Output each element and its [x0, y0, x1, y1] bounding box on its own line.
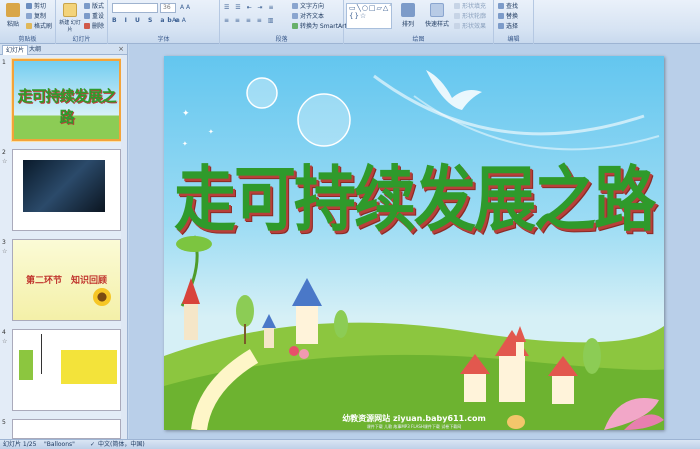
slide-counter: 幻灯片 1/25 [3, 441, 37, 448]
tab-slides[interactable]: 幻灯片 [2, 45, 29, 55]
shapes-gallery[interactable]: ▭╲○□▱△⌒↙↑↘⟨⟩{}☆ [346, 3, 392, 29]
slide-footer-subtitle[interactable]: 课件下载 儿歌 故事MP3 FLASH课件下载 试卷下载网 [164, 424, 664, 430]
sunflower-image [93, 288, 111, 306]
current-slide[interactable]: ✦ ✦ ✦ 走可持续发展之路 幼教资源网站 ziyuan.baby611.com… [164, 56, 664, 430]
slides-group: 新建 幻灯片 版式 重设 删除 幻灯片 [56, 0, 108, 44]
font-color-button[interactable]: Aa A [172, 16, 186, 25]
theme-name: "Balloons" [44, 441, 75, 448]
find-icon [498, 3, 504, 9]
text-direction-icon [292, 3, 298, 9]
fill-icon [454, 3, 460, 9]
shape-outline-button[interactable]: 形状轮廓 [454, 12, 486, 21]
dove [426, 70, 482, 110]
bubble [246, 77, 278, 109]
align-buttons[interactable]: ≡ ≡ ≡ ≡ ▥ [224, 16, 275, 25]
replace-button[interactable]: 替换 [498, 12, 518, 21]
editing-group: 查找 替换 选择 编辑 [494, 0, 534, 44]
copy-icon [26, 13, 32, 19]
drawing-group: ▭╲○□▱△⌒↙↑↘⟨⟩{}☆ 排列 快速样式 形状填充 形状轮廓 形状效果 绘… [344, 0, 494, 44]
tab-outline[interactable]: 大纲 [26, 45, 44, 55]
delete-button[interactable]: 删除 [84, 22, 104, 31]
panel-tabs: 幻灯片 大纲 × [0, 44, 127, 55]
slides-panel: 幻灯片 大纲 × 1 走可持续发展之路 2 ☆ 3 ☆ 第二环节 知识回顾 4 … [0, 44, 128, 439]
drawing-group-label: 绘图 [412, 36, 425, 43]
quick-styles-button[interactable]: 快速样式 [422, 2, 452, 32]
new-slide-icon [63, 3, 77, 17]
grow-font-button[interactable]: A A [180, 3, 190, 12]
thumbnail-1-title: 走可持续发展之路 [17, 87, 116, 126]
scissors-icon [26, 3, 32, 9]
animation-star-icon: ☆ [2, 338, 8, 345]
close-panel-icon[interactable]: × [118, 45, 124, 53]
new-slide-button[interactable]: 新建 幻灯片 [58, 2, 82, 33]
slide-canvas: ✦ ✦ ✦ 走可持续发展之路 幼教资源网站 ziyuan.baby611.com… [129, 44, 700, 439]
language-label[interactable]: 中文(简体，中国) [98, 440, 145, 449]
outline-icon [454, 13, 460, 19]
editing-group-label: 编辑 [507, 36, 520, 43]
text-direction-button[interactable]: 文字方向 [292, 2, 324, 11]
font-name-box[interactable] [112, 3, 158, 13]
thumbnail-1-image: 走可持续发展之路 [12, 59, 121, 141]
language-icon[interactable]: ✓ [90, 440, 95, 449]
shape-fill-button[interactable]: 形状填充 [454, 2, 486, 11]
diagram-brace [41, 334, 57, 374]
thumbnail-2-image [12, 149, 121, 231]
ribbon: 粘贴 剪切 复制 格式刷 剪贴板 新建 幻灯片 版式 重设 删除 幻灯片 36 … [0, 0, 700, 44]
effects-icon [454, 23, 460, 29]
video-frame [23, 160, 105, 212]
reset-icon [84, 13, 90, 19]
bubble [297, 93, 351, 147]
panel-scrollbar[interactable] [121, 55, 127, 439]
delete-icon [84, 23, 90, 29]
paragraph-group-label: 段落 [275, 36, 288, 43]
reset-button[interactable]: 重设 [84, 12, 104, 21]
align-text-icon [292, 13, 298, 19]
thumbnail-3-image: 第二环节 知识回顾 [12, 239, 121, 321]
font-group: 36 A A B I U S abe Aa A 字体 [108, 0, 220, 44]
cut-button[interactable]: 剪切 [26, 2, 46, 11]
arrange-icon [401, 3, 415, 17]
paragraph-group: ☰ ☰ ⇤ ⇥ ≡ ≡ ≡ ≡ ≡ ▥ 文字方向 对齐文本 转换为 SmartA… [220, 0, 347, 44]
format-painter-button[interactable]: 格式刷 [26, 22, 52, 31]
animation-star-icon: ☆ [2, 158, 8, 165]
clipboard-group: 粘贴 剪切 复制 格式刷 剪贴板 [0, 0, 56, 44]
slide-title[interactable]: 走可持续发展之路 [164, 141, 664, 245]
layout-icon [84, 3, 90, 9]
smartart-button[interactable]: 转换为 SmartArt [292, 22, 347, 31]
powerpoint-window: 粘贴 剪切 复制 格式刷 剪贴板 新建 幻灯片 版式 重设 删除 幻灯片 36 … [0, 0, 700, 449]
smartart-icon [292, 23, 298, 29]
status-bar: 幻灯片 1/25 "Balloons" ✓ 中文(简体，中国) [0, 439, 700, 449]
find-button[interactable]: 查找 [498, 2, 518, 11]
animation-star-icon: ☆ [2, 248, 8, 255]
list-buttons[interactable]: ☰ ☰ ⇤ ⇥ ≡ [224, 3, 275, 12]
quick-styles-icon [430, 3, 444, 17]
diagram-box [19, 350, 33, 380]
svg-text:✦: ✦ [182, 109, 190, 119]
thumbnail-3-title: 第二环节 知识回顾 [25, 276, 107, 286]
slide-footer[interactable]: 幼教资源网站 ziyuan.baby611.com [164, 413, 664, 424]
font-group-label: 字体 [157, 36, 170, 43]
replace-icon [498, 13, 504, 19]
clipboard-group-label: 剪贴板 [18, 36, 37, 43]
paste-button[interactable]: 粘贴 [2, 2, 24, 32]
select-button[interactable]: 选择 [498, 22, 518, 31]
slides-group-label: 幻灯片 [72, 36, 91, 43]
font-size-box[interactable]: 36 [160, 3, 176, 13]
layout-button[interactable]: 版式 [84, 2, 104, 11]
diagram-note [61, 350, 117, 384]
select-icon [498, 23, 504, 29]
shape-effects-button[interactable]: 形状效果 [454, 22, 486, 31]
arrange-button[interactable]: 排列 [396, 2, 420, 32]
align-text-button[interactable]: 对齐文本 [292, 12, 324, 21]
brush-icon [26, 23, 32, 29]
svg-text:✦: ✦ [208, 128, 214, 136]
thumbnail-5-image [12, 419, 121, 439]
thumbnail-4-image [12, 329, 121, 411]
paste-icon [6, 3, 20, 17]
copy-button[interactable]: 复制 [26, 12, 46, 21]
